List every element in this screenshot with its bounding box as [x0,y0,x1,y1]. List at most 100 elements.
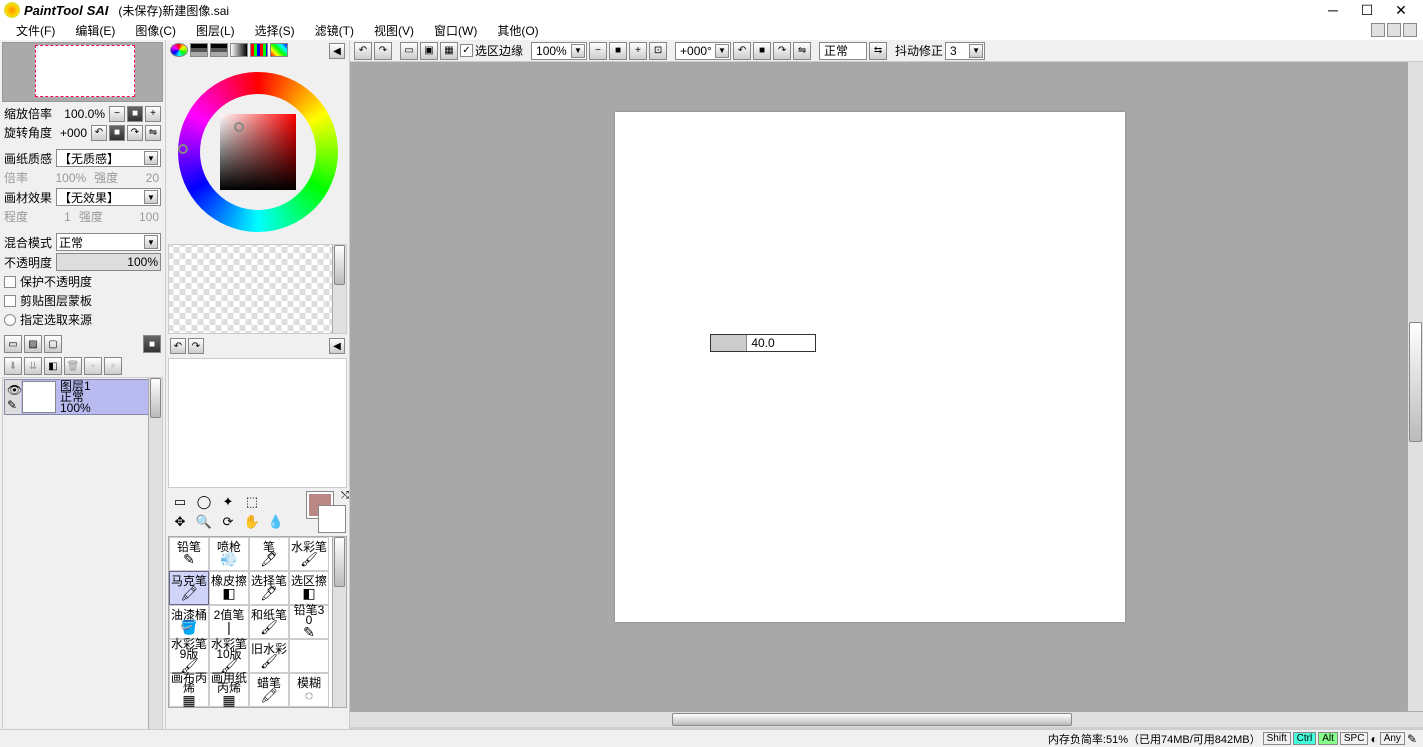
zoom-tool[interactable]: 🔍 [194,513,214,531]
color-panel-collapse-button[interactable]: ◀ [329,43,345,59]
rect-select-tool[interactable]: ▭ [170,493,190,511]
brush-选择笔[interactable]: 选择笔🖊 [249,571,289,605]
close-button[interactable]: ✕ [1393,2,1409,18]
brush-水彩笔10版[interactable]: 水彩笔10版🖌 [209,639,249,673]
swatch-panel[interactable] [168,244,347,334]
menu-file[interactable]: 文件(F) [6,20,65,41]
scratch-collapse-button[interactable]: ◀ [329,338,345,354]
paper-texture-select[interactable]: 【无质感】 ▼ [56,149,161,167]
canvas-document[interactable] [615,112,1125,622]
rotate-cw-tb-button[interactable]: ↷ [773,42,791,60]
move-tool[interactable]: ✥ [170,513,190,531]
brush-旧水彩[interactable]: 旧水彩🖌 [249,639,289,673]
clipping-mask-checkbox[interactable] [4,295,16,307]
menu-edit[interactable]: 编辑(E) [65,20,125,41]
color-wheel[interactable] [178,72,338,232]
color-wheel-tab[interactable] [170,43,188,57]
layer-mask-button[interactable]: ■ [143,335,161,353]
color-gray-tab[interactable] [230,43,248,57]
background-color[interactable] [319,506,345,532]
eyedropper-tool[interactable]: 💧 [266,513,286,531]
rotate-reset-tb-button[interactable]: ■ [753,42,771,60]
paper-effect-select[interactable]: 【无效果】 ▼ [56,188,161,206]
flip-h-tb-button[interactable]: ⇋ [793,42,811,60]
rotate-ccw-tb-button[interactable]: ↶ [733,42,751,60]
maximize-button[interactable]: ☐ [1359,2,1375,18]
brush-和纸笔[interactable]: 和纸笔🖌 [249,605,289,639]
brush-铅笔30[interactable]: 铅笔30✎ [289,605,329,639]
opacity-slider[interactable]: 100% [56,253,161,271]
move-selection-tool[interactable]: ⬚ [242,493,262,511]
menu-window[interactable]: 窗口(W) [424,20,487,41]
blend-toggle-button[interactable]: ⇆ [869,42,887,60]
navigator-viewport[interactable] [35,45,135,97]
deselect-button[interactable]: ▭ [400,42,418,60]
color-swatch-tab[interactable] [250,43,268,57]
minimize-button[interactable]: ─ [1325,2,1341,18]
navigator-panel[interactable] [2,42,163,102]
brush-empty[interactable] [289,639,329,673]
rotation-field[interactable]: +000°▼ [675,42,731,60]
zoom-in-tb-button[interactable]: + [629,42,647,60]
scratch-pad[interactable] [168,358,347,488]
brush-水彩笔9版[interactable]: 水彩笔9版🖌 [169,639,209,673]
menu-other[interactable]: 其他(O) [487,20,548,41]
clear-layer-button[interactable]: ◧ [44,357,62,375]
stabilizer-field[interactable]: 3▼ [945,42,985,60]
menu-view[interactable]: 视图(V) [364,20,424,41]
selection-source-radio[interactable] [4,314,16,326]
zoom-reset-button[interactable]: ■ [127,106,143,122]
canvas-viewport[interactable]: 40.0 [350,62,1423,711]
rotate-reset-button[interactable]: ■ [109,125,125,141]
color-square[interactable] [220,114,296,190]
scratch-undo-button[interactable]: ↶ [170,338,186,354]
invert-selection-button[interactable]: ▣ [420,42,438,60]
blend-mode-tb-select[interactable]: 正常 [819,42,867,60]
undo-button[interactable]: ↶ [354,42,372,60]
zoom-field[interactable]: 100%▼ [531,42,587,60]
mdi-restore-button[interactable] [1387,23,1401,37]
color-rgb-tab[interactable] [190,43,208,57]
new-layer-button[interactable]: ▭ [4,335,22,353]
color-hsv-tab[interactable] [210,43,228,57]
brush-蜡笔[interactable]: 蜡笔🖍 [249,673,289,707]
selection-edge-checkbox[interactable]: ✓ [460,44,473,57]
zoom-in-button[interactable]: + [145,106,161,122]
flip-horizontal-button[interactable]: ⇋ [145,125,161,141]
hue-indicator[interactable] [178,144,188,154]
rotate-ccw-button[interactable]: ↶ [91,125,107,141]
brush-喷枪[interactable]: 喷枪💨 [209,537,249,571]
show-selection-button[interactable]: ▦ [440,42,458,60]
mdi-close-button[interactable] [1403,23,1417,37]
zoom-out-tb-button[interactable]: − [589,42,607,60]
menu-image[interactable]: 图像(C) [125,20,186,41]
rotate-tool[interactable]: ⟳ [218,513,238,531]
layer-btn-6[interactable]: ▫ [104,357,122,375]
merge-down-button[interactable]: ⇊ [24,357,42,375]
color-scratch-tab[interactable] [270,43,288,57]
hand-tool[interactable]: ✋ [242,513,262,531]
brush-选区擦[interactable]: 选区擦◧ [289,571,329,605]
preserve-opacity-checkbox[interactable] [4,276,16,288]
brush-size-popup[interactable]: 40.0 [710,334,816,352]
layer-scrollbar[interactable] [148,378,162,732]
canvas-h-scrollbar[interactable] [350,711,1423,727]
layer-btn-5[interactable]: ▫ [84,357,102,375]
swap-colors-icon[interactable]: ⤭ [341,490,349,501]
layer-visibility-icon[interactable]: 👁 [7,383,19,397]
new-folder-button[interactable]: ▢ [44,335,62,353]
menu-select[interactable]: 选择(S) [245,20,305,41]
scratch-redo-button[interactable]: ↷ [188,338,204,354]
blend-mode-select[interactable]: 正常 ▼ [56,233,161,251]
redo-button[interactable]: ↷ [374,42,392,60]
magic-wand-tool[interactable]: ✦ [218,493,238,511]
brush-画布丙烯[interactable]: 画布丙烯▦ [169,673,209,707]
brush-铅笔[interactable]: 铅笔✎ [169,537,209,571]
sv-indicator[interactable] [234,122,244,132]
rotate-cw-button[interactable]: ↷ [127,125,143,141]
delete-layer-button[interactable]: 🗑 [64,357,82,375]
brush-模糊[interactable]: 模糊◌ [289,673,329,707]
brush-2值笔[interactable]: 2值笔| [209,605,249,639]
mdi-minimize-button[interactable] [1371,23,1385,37]
layer-edit-icon[interactable]: ✎ [7,398,19,412]
